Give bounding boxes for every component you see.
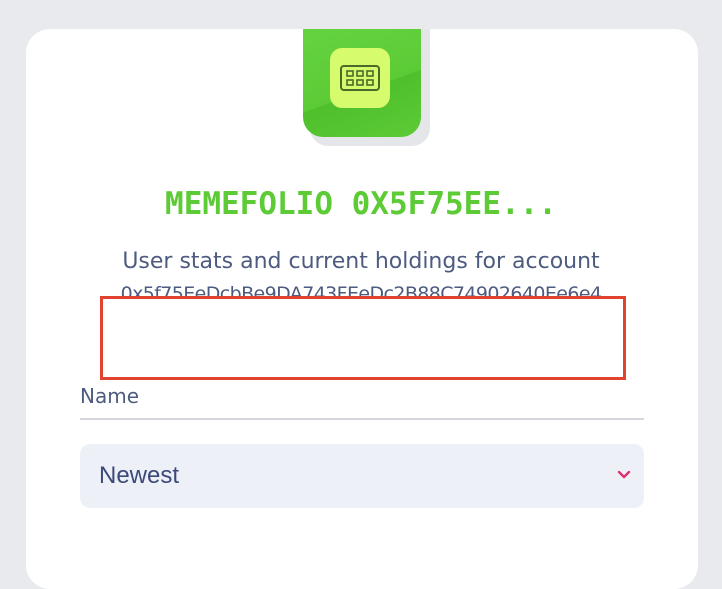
sort-select[interactable]: Newest <box>80 444 644 508</box>
page-title: MEMEFOLIO 0X5F75EE... <box>165 186 557 222</box>
highlight-box <box>100 296 626 380</box>
page-subtitle: User stats and current holdings for acco… <box>122 249 600 274</box>
name-filter-placeholder: Name <box>80 384 140 408</box>
logo-badge <box>330 48 390 108</box>
chevron-down-icon <box>617 470 631 479</box>
sort-selected-value: Newest <box>99 462 180 489</box>
grid-icon <box>340 65 380 91</box>
name-filter-input[interactable]: Name <box>80 376 644 420</box>
